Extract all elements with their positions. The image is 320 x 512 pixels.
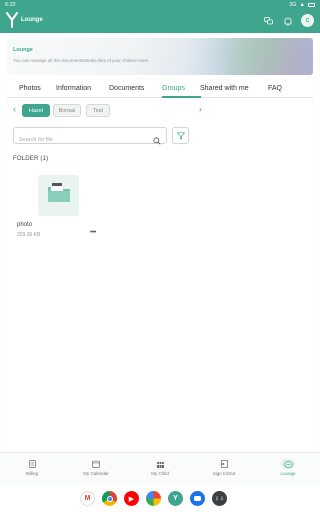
gmail-icon[interactable]: M <box>80 491 95 506</box>
folder-card[interactable] <box>38 175 79 216</box>
chip-test[interactable]: Test <box>86 104 110 117</box>
signal-label: 3G <box>289 1 297 8</box>
tab-photos[interactable]: Photos <box>19 85 41 92</box>
chevron-right-icon[interactable]: › <box>199 104 202 114</box>
app-drawer-icon[interactable]: ⋮⋮ <box>212 491 227 506</box>
nav-sign-in-out[interactable]: Sign In/Out <box>192 453 256 486</box>
calendar-icon <box>89 459 103 469</box>
bottom-navigation: Billing My Calendar My Child Sign In/Out… <box>0 453 320 486</box>
billing-icon <box>25 459 39 469</box>
messages-icon[interactable] <box>190 491 205 506</box>
nav-my-calendar-label: My Calendar <box>83 471 109 476</box>
photos-icon[interactable] <box>146 491 161 506</box>
nav-my-calendar[interactable]: My Calendar <box>64 453 128 486</box>
avatar[interactable]: C <box>301 14 314 27</box>
banner-title: Lounge <box>13 47 33 53</box>
active-tab-indicator <box>162 96 201 98</box>
search-box <box>13 127 167 148</box>
sign-in-out-icon <box>217 459 231 469</box>
app-title: Lounge <box>21 17 43 23</box>
more-options-icon[interactable]: ••• <box>90 229 96 236</box>
nav-lounge[interactable]: Lounge <box>256 453 320 486</box>
tab-faq[interactable]: FAQ <box>268 85 282 92</box>
system-dock: M ▶ Y ⋮⋮ <box>0 486 320 512</box>
status-time: 6:22 <box>5 1 16 8</box>
nav-sign-in-out-label: Sign In/Out <box>212 471 236 476</box>
status-indicators: 3G ▲ <box>289 2 315 8</box>
lounge-icon <box>281 459 295 469</box>
chip-hazel[interactable]: Hazel <box>22 104 50 117</box>
tab-groups[interactable]: Groups <box>162 85 185 92</box>
nav-billing[interactable]: Billing <box>0 453 64 486</box>
app-bar: Lounge C <box>0 9 320 33</box>
filter-button[interactable] <box>172 127 189 144</box>
tab-information[interactable]: Information <box>56 85 91 92</box>
content-tabs: Photos Information Documents Groups Shar… <box>7 82 313 98</box>
folder-icon <box>46 182 72 209</box>
banner-subtitle: You can manage all the documents/Media f… <box>13 58 150 63</box>
tab-documents[interactable]: Documents <box>109 85 144 92</box>
search-icon[interactable] <box>153 132 161 150</box>
folder-section-heading: FOLDER (1) <box>13 156 49 162</box>
chevron-left-icon[interactable]: ‹ <box>13 104 16 114</box>
tab-shared-with-me[interactable]: Shared with me <box>200 85 249 92</box>
app-logo-icon <box>6 12 18 33</box>
nav-billing-label: Billing <box>25 471 38 476</box>
child-icon <box>153 459 167 469</box>
filter-icon <box>176 127 185 145</box>
nav-my-child[interactable]: My Child <box>128 453 192 486</box>
lounge-banner: Lounge You can manage all the documents/… <box>7 38 313 75</box>
battery-icon <box>308 2 315 7</box>
nav-my-child-label: My Child <box>151 471 169 476</box>
lounge-app-icon[interactable]: Y <box>168 491 183 506</box>
folder-size: 329.36 KB <box>17 232 41 238</box>
status-bar: 6:22 3G ▲ <box>0 0 320 9</box>
chrome-icon[interactable] <box>102 491 117 506</box>
nav-lounge-label: Lounge <box>280 471 296 476</box>
bell-icon[interactable] <box>282 15 294 27</box>
folder-name: photo <box>17 222 33 228</box>
chip-bonsai[interactable]: Bonsai <box>53 104 81 117</box>
youtube-icon[interactable]: ▶ <box>124 491 139 506</box>
search-input[interactable] <box>19 132 144 148</box>
signal-icon: ▲ <box>299 1 305 8</box>
chat-icon[interactable] <box>262 15 274 27</box>
